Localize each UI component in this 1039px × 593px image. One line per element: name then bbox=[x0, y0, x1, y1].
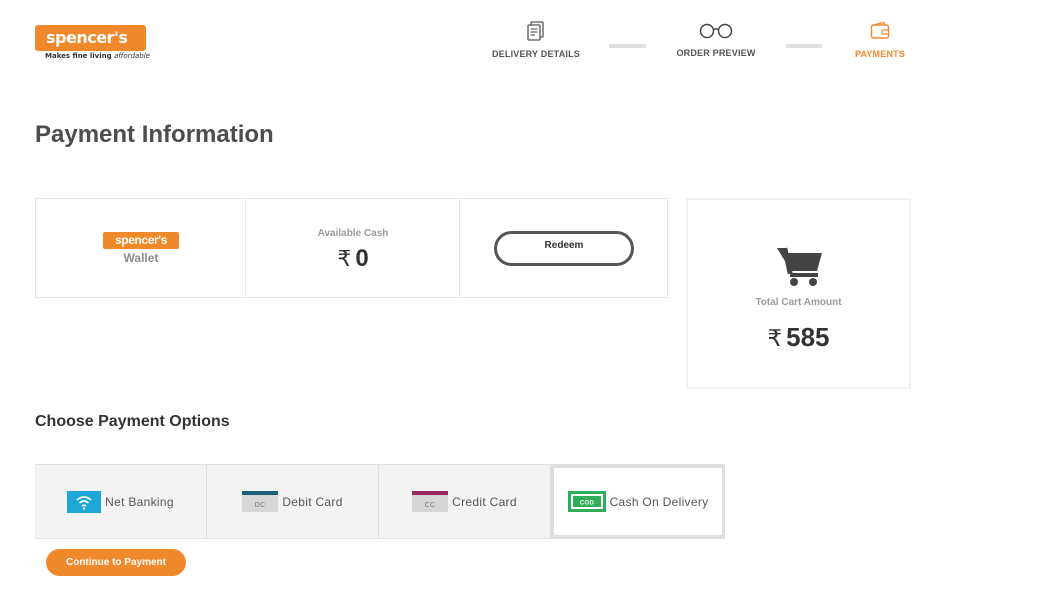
cart-icon bbox=[777, 247, 822, 286]
spencers-logo[interactable]: spencer's Makes fine living affordable bbox=[35, 25, 150, 63]
receipt-icon bbox=[527, 21, 544, 41]
svg-text:DC: DC bbox=[255, 502, 266, 509]
step-label: PAYMENTS bbox=[854, 49, 906, 59]
logo-text: spencer's bbox=[35, 25, 146, 51]
step-order-preview[interactable]: ORDER PREVIEW bbox=[668, 22, 764, 58]
payment-options: Net Banking DC Debit Card CC Credit Card… bbox=[35, 464, 725, 539]
rupee-icon: ₹ bbox=[767, 325, 783, 351]
step-connector bbox=[786, 44, 822, 48]
available-cash-value: ₹0 bbox=[337, 245, 369, 272]
logo-tagline: Makes fine living affordable bbox=[45, 52, 150, 60]
payment-option-label: Credit Card bbox=[452, 494, 517, 509]
step-connector bbox=[609, 44, 646, 48]
wallet-icon bbox=[870, 21, 890, 39]
wallet-brand-cell: spencer's Wallet bbox=[36, 199, 246, 297]
redeem-button[interactable]: Redeem bbox=[494, 231, 634, 266]
credit-card-icon: CC bbox=[412, 491, 449, 512]
rupee-icon: ₹ bbox=[337, 246, 352, 271]
step-label: ORDER PREVIEW bbox=[676, 48, 756, 58]
page-title: Payment Information bbox=[35, 121, 274, 148]
step-payments[interactable]: PAYMENTS bbox=[840, 21, 920, 59]
wallet-label: Wallet bbox=[123, 251, 159, 265]
payment-option-label: Cash On Delivery bbox=[609, 494, 709, 509]
payment-option-label: Debit Card bbox=[282, 494, 343, 509]
glasses-icon bbox=[699, 23, 733, 39]
redeem-cell: Redeem bbox=[460, 199, 667, 297]
wallet-panel: spencer's Wallet Available Cash ₹0 Redee… bbox=[35, 198, 668, 298]
svg-text:CC: CC bbox=[425, 502, 436, 509]
payment-options-title: Choose Payment Options bbox=[35, 413, 230, 430]
debit-card-icon: DC bbox=[242, 491, 279, 512]
payment-option-debit-card[interactable]: DC Debit Card bbox=[207, 465, 379, 538]
payment-option-label: Net Banking bbox=[105, 494, 174, 509]
step-delivery-details[interactable]: DELIVERY DETAILS bbox=[486, 20, 586, 59]
spencers-wallet-logo: spencer's bbox=[103, 232, 179, 249]
svg-text:COD: COD bbox=[579, 500, 594, 506]
step-label: DELIVERY DETAILS bbox=[491, 49, 581, 59]
total-cart-value: ₹585 bbox=[767, 322, 830, 352]
wifi-icon bbox=[67, 490, 102, 513]
continue-to-payment-button[interactable]: Continue to Payment bbox=[46, 549, 186, 576]
payment-option-credit-card[interactable]: CC Credit Card bbox=[379, 465, 551, 538]
cart-total-box: Total Cart Amount ₹585 bbox=[686, 198, 911, 389]
payment-option-net-banking[interactable]: Net Banking bbox=[35, 465, 207, 538]
payment-option-cash-on-delivery[interactable]: COD Cash On Delivery bbox=[551, 465, 725, 538]
available-cash-label: Available Cash bbox=[317, 228, 389, 239]
cod-icon: COD bbox=[567, 491, 606, 512]
total-cart-label: Total Cart Amount bbox=[755, 297, 842, 308]
available-cash-cell: Available Cash ₹0 bbox=[246, 199, 460, 297]
